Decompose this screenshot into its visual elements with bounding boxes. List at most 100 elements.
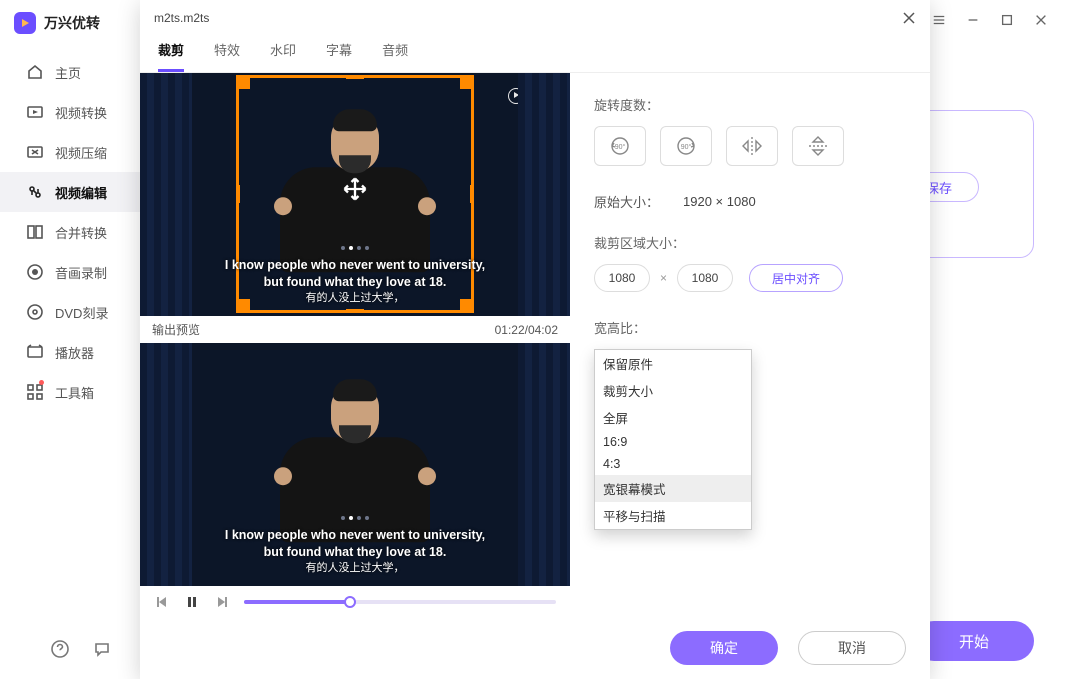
subtitle-overlay: I know people who never went to universi…	[140, 257, 570, 306]
sidebar-item-label: DVD刻录	[55, 303, 108, 322]
crop-settings: 旋转度数： 90° 90° 原始大小： 1920 × 1080 裁剪区域大小： …	[570, 73, 930, 677]
rotate-label: 旋转度数：	[594, 95, 906, 114]
rotate-cw-button[interactable]: 90°	[660, 126, 712, 166]
dialog-close-icon[interactable]	[902, 11, 916, 25]
feedback-icon[interactable]	[92, 639, 112, 659]
tab-0[interactable]: 裁剪	[158, 40, 184, 72]
compress-icon	[26, 143, 44, 161]
brand: 万兴优转	[0, 0, 140, 52]
preview-column: 秒拍 I know people who never went to unive…	[140, 73, 570, 677]
times-symbol: ×	[660, 271, 667, 285]
sidebar-item-record[interactable]: 音画录制	[0, 252, 140, 292]
svg-text:90°: 90°	[615, 143, 626, 151]
sidebar: 万兴优转 主页视频转换视频压缩视频编辑合并转换音画录制 DVD刻录播放器工具箱	[0, 0, 140, 679]
time-display: 01:22/04:02	[495, 323, 558, 337]
next-frame-button[interactable]	[214, 594, 230, 610]
sidebar-item-player[interactable]: 播放器	[0, 332, 140, 372]
watermark-text: 秒拍	[528, 87, 556, 104]
ratio-option[interactable]: 宽银幕模式	[595, 475, 751, 502]
tab-1[interactable]: 特效	[214, 40, 240, 72]
toolbox-icon	[26, 383, 44, 401]
convert-icon	[26, 103, 44, 121]
crop-size-row: × 居中对齐	[594, 264, 906, 292]
preview-bar: 输出预览 01:22/04:02	[140, 316, 570, 343]
sidebar-item-label: 音画录制	[55, 263, 107, 282]
dialog-titlebar: m2ts.m2ts	[140, 0, 930, 30]
sidebar-item-toolbox[interactable]: 工具箱	[0, 372, 140, 412]
sidebar-item-merge[interactable]: 合并转换	[0, 212, 140, 252]
play-circle-icon	[508, 88, 524, 104]
rotate-buttons: 90° 90°	[594, 126, 906, 166]
merge-icon	[26, 223, 44, 241]
crop-size-label: 裁剪区域大小：	[594, 233, 906, 252]
aspect-ratio-label: 宽高比：	[594, 318, 906, 337]
sidebar-item-home[interactable]: 主页	[0, 52, 140, 92]
playback-controls	[140, 586, 570, 610]
center-align-button[interactable]: 居中对齐	[749, 264, 843, 292]
sidebar-item-label: 视频压缩	[55, 143, 107, 162]
crop-height-input[interactable]	[677, 264, 733, 292]
sidebar-nav: 主页视频转换视频压缩视频编辑合并转换音画录制 DVD刻录播放器工具箱	[0, 52, 140, 412]
player-icon	[26, 343, 44, 361]
seek-slider[interactable]	[244, 600, 556, 604]
pause-button[interactable]	[184, 594, 200, 610]
subtitle-overlay: I know people who never went to universi…	[140, 527, 570, 576]
ratio-option[interactable]: 4:3	[595, 453, 751, 475]
move-icon	[341, 175, 369, 203]
brand-name: 万兴优转	[44, 13, 100, 33]
window-titlebar	[919, 0, 1069, 40]
source-video[interactable]: 秒拍 I know people who never went to unive…	[140, 73, 570, 316]
brand-logo-icon	[14, 12, 36, 34]
minimize-icon[interactable]	[965, 12, 981, 28]
sidebar-footer	[0, 639, 140, 659]
ratio-option[interactable]: 全屏	[595, 404, 751, 431]
sidebar-item-compress[interactable]: 视频压缩	[0, 132, 140, 172]
preview-label: 输出预览	[152, 321, 200, 338]
sidebar-item-label: 视频编辑	[55, 183, 107, 202]
tab-4[interactable]: 音频	[382, 40, 408, 72]
sidebar-item-convert[interactable]: 视频转换	[0, 92, 140, 132]
flip-horizontal-button[interactable]	[726, 126, 778, 166]
flip-vertical-button[interactable]	[792, 126, 844, 166]
ratio-option[interactable]: 平移与扫描	[595, 502, 751, 529]
sidebar-item-label: 播放器	[55, 343, 94, 362]
cancel-button[interactable]: 取消	[798, 631, 906, 665]
home-icon	[26, 63, 44, 81]
dvd-icon	[26, 303, 44, 321]
dialog-footer: 确定 取消	[670, 631, 906, 665]
tab-2[interactable]: 水印	[270, 40, 296, 72]
tab-3[interactable]: 字幕	[326, 40, 352, 72]
sidebar-item-label: 主页	[55, 63, 81, 82]
sidebar-item-dvd[interactable]: DVD刻录	[0, 292, 140, 332]
editor-tabs: 裁剪特效水印字幕音频	[140, 30, 930, 73]
sidebar-item-label: 合并转换	[55, 223, 107, 242]
sidebar-item-label: 工具箱	[55, 383, 94, 402]
dialog-title: m2ts.m2ts	[154, 11, 209, 25]
ratio-option[interactable]: 裁剪大小	[595, 377, 751, 404]
notification-dot	[39, 380, 44, 385]
original-size-row: 原始大小： 1920 × 1080	[594, 192, 906, 211]
start-button[interactable]: 开始	[914, 621, 1034, 661]
ratio-option[interactable]: 16:9	[595, 431, 751, 453]
ratio-option[interactable]: 保留原件	[595, 350, 751, 377]
record-icon	[26, 263, 44, 281]
menu-icon[interactable]	[931, 12, 947, 28]
help-icon[interactable]	[50, 639, 70, 659]
editor-dialog: m2ts.m2ts 裁剪特效水印字幕音频 秒拍 I know people wh…	[140, 0, 930, 679]
watermark-badge: 秒拍	[508, 87, 556, 104]
rotate-ccw-button[interactable]: 90°	[594, 126, 646, 166]
sidebar-item-edit[interactable]: 视频编辑	[0, 172, 140, 212]
close-window-icon[interactable]	[1033, 12, 1049, 28]
original-size-value: 1920 × 1080	[683, 194, 756, 209]
output-preview: I know people who never went to universi…	[140, 343, 570, 586]
sidebar-item-label: 视频转换	[55, 103, 107, 122]
svg-text:90°: 90°	[681, 143, 692, 151]
original-size-label: 原始大小：	[594, 192, 659, 211]
prev-frame-button[interactable]	[154, 594, 170, 610]
ok-button[interactable]: 确定	[670, 631, 778, 665]
edit-icon	[26, 183, 44, 201]
editor-body: 秒拍 I know people who never went to unive…	[140, 73, 930, 677]
crop-width-input[interactable]	[594, 264, 650, 292]
maximize-icon[interactable]	[999, 12, 1015, 28]
aspect-ratio-dropdown[interactable]: 保留原件裁剪大小全屏16:94:3宽银幕模式平移与扫描	[594, 349, 752, 530]
